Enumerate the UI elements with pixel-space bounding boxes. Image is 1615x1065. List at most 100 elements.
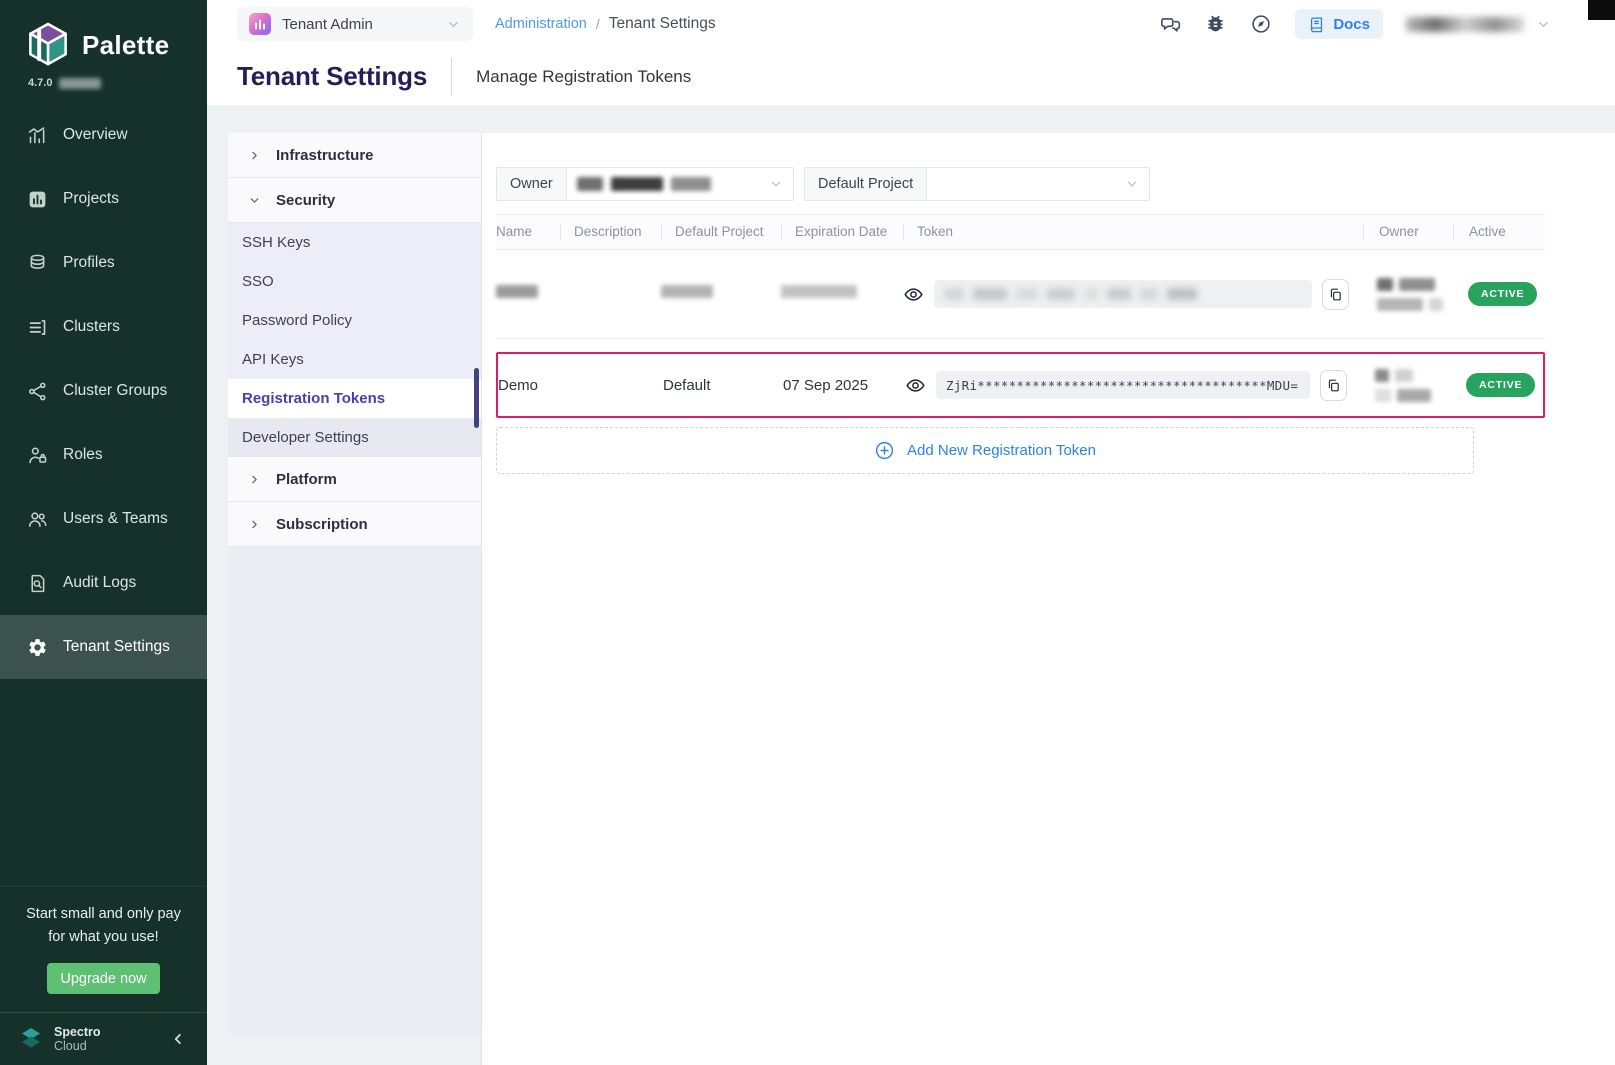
page-header: Tenant Settings Manage Registration Toke… — [207, 48, 1615, 105]
add-registration-token-button[interactable]: Add New Registration Token — [496, 427, 1474, 474]
redacted-corner — [1588, 0, 1615, 20]
profiles-icon — [27, 253, 48, 274]
cell-owner — [1361, 369, 1451, 402]
table-header: Name Description Default Project Expirat… — [496, 214, 1545, 250]
brand-name: Palette — [82, 30, 169, 61]
sidebar-item-label: Clusters — [63, 318, 120, 336]
column-header-owner: Owner — [1363, 224, 1453, 240]
sidebar-item-profiles[interactable]: Profiles — [0, 231, 207, 295]
scope-label: Tenant Admin — [282, 16, 373, 33]
palette-logo-icon — [26, 22, 70, 69]
breadcrumb: Administration / Tenant Settings — [495, 15, 716, 33]
upgrade-now-button[interactable]: Upgrade now — [47, 963, 160, 994]
footer-brand-line1: Spectro — [54, 1025, 101, 1039]
roles-icon — [27, 445, 48, 466]
redacted-version-suffix — [59, 78, 101, 89]
chevron-down-icon — [248, 194, 261, 207]
explore-compass-icon[interactable] — [1250, 13, 1272, 35]
cell-default-project: Default — [663, 377, 783, 394]
promo-text: Start small and only pay for what you us… — [18, 903, 189, 948]
redacted-token-value — [934, 280, 1312, 308]
sidebar-item-clusters[interactable]: Clusters — [0, 295, 207, 359]
table-row-redacted: ACTIVE — [496, 250, 1545, 339]
upgrade-promo: Start small and only pay for what you us… — [0, 886, 207, 1012]
show-token-eye-icon[interactable] — [903, 284, 924, 305]
chevron-down-icon — [1536, 17, 1551, 32]
cell-token: ZjRi************************************… — [905, 370, 1361, 401]
table-row-demo-highlighted: Demo Default 07 Sep 2025 ZjRi***********… — [496, 352, 1545, 418]
settings-nav: Infrastructure Security SSH Keys SSO Pas… — [228, 133, 482, 1065]
brand-block: Palette 4.7.0 — [0, 0, 207, 89]
copy-token-button[interactable] — [1322, 279, 1349, 310]
owner-filter-select[interactable] — [567, 168, 793, 200]
settings-section-label: Platform — [276, 471, 337, 488]
redacted-username — [1406, 17, 1524, 32]
sidebar-item-tenant-settings[interactable]: Tenant Settings — [0, 615, 207, 679]
footer-brand-line2: Cloud — [54, 1039, 101, 1053]
settings-section-label: Infrastructure — [276, 147, 374, 164]
settings-nav-filler — [228, 547, 481, 1035]
filter-bar: Owner Default Project — [496, 167, 1545, 201]
sidebar-item-projects[interactable]: Projects — [0, 167, 207, 231]
sidebar-item-label: Projects — [63, 190, 119, 208]
breadcrumb-administration[interactable]: Administration — [495, 16, 587, 32]
settings-section-security[interactable]: Security — [228, 178, 481, 223]
settings-item-sso[interactable]: SSO — [228, 262, 481, 301]
copy-token-button[interactable] — [1320, 370, 1347, 401]
version-label: 4.7.0 — [28, 77, 52, 89]
chevron-down-icon — [446, 17, 461, 32]
plus-circle-icon — [874, 440, 895, 461]
users-icon — [27, 509, 48, 530]
settings-section-infrastructure[interactable]: Infrastructure — [228, 133, 481, 178]
column-header-active: Active — [1453, 224, 1545, 240]
redacted-owner-filter-value — [611, 177, 663, 191]
header-divider — [451, 58, 452, 96]
sidebar-item-cluster-groups[interactable]: Cluster Groups — [0, 359, 207, 423]
sidebar-item-label: Roles — [63, 446, 103, 464]
redacted-owner-filter-value — [671, 177, 711, 191]
settings-item-registration-tokens[interactable]: Registration Tokens — [228, 379, 481, 418]
settings-section-subscription[interactable]: Subscription — [228, 502, 481, 547]
breadcrumb-current: Tenant Settings — [609, 15, 716, 33]
content-gutter — [207, 133, 228, 1065]
overview-icon — [27, 125, 48, 146]
page-title: Tenant Settings — [237, 61, 427, 92]
sidebar-item-audit-logs[interactable]: Audit Logs — [0, 551, 207, 615]
settings-item-password-policy[interactable]: Password Policy — [228, 301, 481, 340]
sidebar-item-users-teams[interactable]: Users & Teams — [0, 487, 207, 551]
audit-logs-icon — [27, 573, 48, 594]
docs-book-icon — [1308, 16, 1325, 33]
status-badge: ACTIVE — [1468, 282, 1537, 306]
sidebar-item-label: Overview — [63, 126, 128, 144]
settings-section-label: Subscription — [276, 516, 368, 533]
docs-label: Docs — [1333, 16, 1370, 33]
cell-name — [496, 285, 560, 303]
docs-button[interactable]: Docs — [1295, 9, 1383, 39]
cell-active: ACTIVE — [1451, 373, 1543, 397]
cell-expiration-date — [781, 285, 903, 303]
sidebar-item-overview[interactable]: Overview — [0, 103, 207, 167]
settings-item-ssh-keys[interactable]: SSH Keys — [228, 223, 481, 262]
cell-default-project — [661, 285, 781, 303]
feedback-chat-icon[interactable] — [1160, 13, 1182, 35]
show-token-eye-icon[interactable] — [905, 375, 926, 396]
chevron-right-icon — [248, 518, 261, 531]
settings-nav-scrollbar[interactable] — [474, 368, 479, 428]
cell-token — [903, 279, 1363, 310]
scope-selector[interactable]: Tenant Admin — [237, 7, 473, 41]
sidebar-item-label: Tenant Settings — [63, 638, 170, 656]
cell-name: Demo — [498, 377, 562, 394]
sidebar: Palette 4.7.0 Overview Projects Profiles — [0, 0, 207, 1065]
sidebar-item-label: Users & Teams — [63, 510, 168, 528]
settings-section-platform[interactable]: Platform — [228, 457, 481, 502]
user-menu[interactable] — [1406, 17, 1551, 32]
token-value-box: ZjRi************************************… — [936, 371, 1310, 399]
settings-item-developer-settings[interactable]: Developer Settings — [228, 418, 481, 457]
collapse-sidebar-button[interactable] — [169, 1030, 187, 1048]
default-project-filter-select[interactable] — [927, 168, 1149, 200]
owner-filter-label: Owner — [497, 168, 567, 200]
topbar: Tenant Admin Administration / Tenant Set… — [207, 0, 1615, 48]
settings-item-api-keys[interactable]: API Keys — [228, 340, 481, 379]
bug-report-icon[interactable] — [1205, 13, 1227, 35]
sidebar-item-roles[interactable]: Roles — [0, 423, 207, 487]
